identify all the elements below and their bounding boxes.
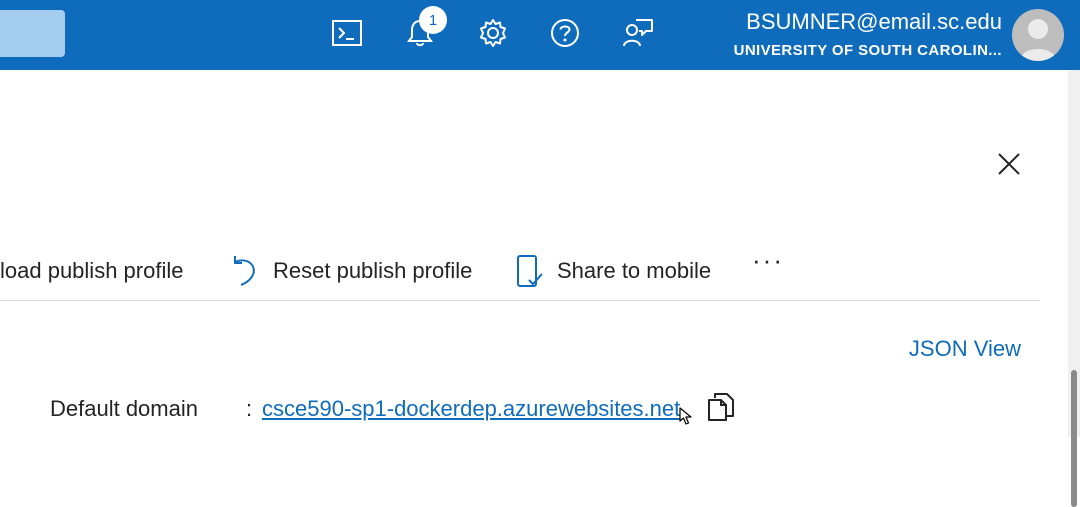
avatar[interactable] — [1012, 9, 1064, 61]
property-separator: : — [246, 396, 253, 421]
mouse-cursor-icon — [678, 406, 696, 431]
settings-icon[interactable] — [473, 13, 513, 53]
vertical-scrollbar[interactable] — [1068, 70, 1080, 507]
top-bar: 1 BSUMNER@email.sc.edu UNIVERSITY OF SOU… — [0, 0, 1080, 70]
account-info[interactable]: BSUMNER@email.sc.edu UNIVERSITY OF SOUTH… — [734, 8, 1002, 61]
share-to-mobile-button[interactable]: Share to mobile — [557, 258, 711, 284]
cloud-shell-icon[interactable] — [327, 13, 367, 53]
copy-icon[interactable] — [707, 392, 735, 427]
close-icon[interactable] — [992, 147, 1026, 181]
download-publish-profile-button[interactable]: load publish profile — [0, 258, 183, 284]
notification-count-badge: 1 — [419, 6, 447, 34]
default-domain-label: Default domain — [50, 396, 198, 421]
help-icon[interactable] — [545, 13, 585, 53]
mobile-share-icon — [516, 254, 544, 293]
reset-publish-profile-button[interactable]: Reset publish profile — [273, 258, 472, 284]
more-options-button[interactable]: ··· — [752, 247, 794, 278]
feedback-icon[interactable] — [618, 13, 658, 53]
json-view-link[interactable]: JSON View — [909, 336, 1021, 362]
account-email: BSUMNER@email.sc.edu — [746, 9, 1002, 34]
default-domain-link[interactable]: csce590-sp1-dockerdep.azurewebsites.net — [262, 396, 680, 422]
command-toolbar: load publish profile Reset publish profi… — [0, 244, 1040, 301]
search-box[interactable] — [0, 10, 65, 57]
account-organization: UNIVERSITY OF SOUTH CAROLIN... — [733, 42, 1002, 59]
reset-icon — [231, 254, 259, 293]
scrollbar-thumb[interactable] — [1071, 370, 1077, 507]
